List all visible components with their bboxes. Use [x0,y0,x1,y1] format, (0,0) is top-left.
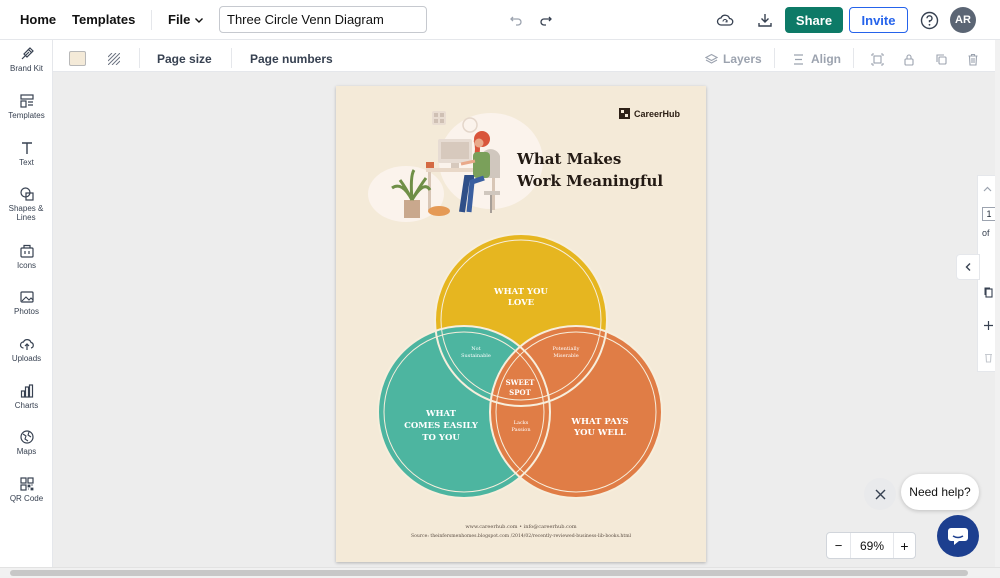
chevron-up-icon[interactable] [982,184,992,194]
trash-icon[interactable] [966,52,980,66]
sidebar-item-shapes[interactable]: Shapes & Lines [0,186,53,222]
venn-label-left-3: TO YOU [422,433,460,443]
duplicate-icon[interactable] [934,52,948,66]
venn-diagram: WHAT YOU LOVE WHAT COMES EASILY TO YOU W… [377,233,663,499]
align-button[interactable]: Align [811,40,841,72]
background-color-swatch[interactable] [69,51,86,66]
layers-button[interactable]: Layers [723,40,762,72]
sidebar-item-qr-code[interactable]: QR Code [0,476,53,503]
chevron-down-icon[interactable] [193,14,205,26]
help-icon[interactable] [919,10,939,30]
zoom-control: − 69% + [826,532,916,559]
sidebar-item-templates[interactable]: Templates [0,93,53,120]
sidebar-item-uploads[interactable]: Uploads [0,336,53,363]
top-toolbar: Home Templates File Share Invite AR [0,0,1000,40]
sidebar-item-charts[interactable]: Charts [0,383,53,410]
close-help-button[interactable] [864,478,896,510]
file-menu[interactable]: File [168,0,190,40]
sidebar-item-photos[interactable]: Photos [0,289,53,316]
sidebar-item-text[interactable]: Text [0,140,53,167]
sidebar-item-label: Photos [14,307,39,316]
overlap-label-bottom-1: Lacks [514,420,529,426]
overlap-label-top-right-2: Miserable [553,353,578,359]
venn-label-center-2: SPOT [509,388,531,397]
document-title-input[interactable] [219,6,427,33]
pattern-icon[interactable] [107,52,121,66]
sidebar-item-label: Uploads [11,354,42,363]
chat-button[interactable] [937,515,979,557]
zoom-in-button[interactable]: + [893,533,915,558]
venn-label-center-1: SWEET [506,378,536,387]
sidebar-item-label: Charts [14,401,39,410]
uploads-icon [19,339,34,350]
zoom-out-button[interactable]: − [827,533,851,558]
copy-page-icon[interactable] [983,286,993,298]
venn-label-right-2: YOU WELL [573,428,626,438]
vertical-scrollbar[interactable] [995,40,1000,570]
text-icon [21,142,32,154]
sidebar-item-label: Brand Kit [10,64,43,73]
sidebar-item-label: Shapes & Lines [8,204,44,222]
page-numbers-button[interactable]: Page numbers [250,40,333,72]
templates-icon [19,94,34,108]
add-page-icon[interactable] [983,320,993,330]
zoom-level[interactable]: 69% [851,533,893,558]
overlap-label-top-left-2: Sustainable [461,353,491,359]
sidebar-item-maps[interactable]: Maps [0,429,53,456]
sidebar-item-label: Templates [8,111,45,120]
overlap-label-top-left-1: Not [471,346,480,352]
poster-page[interactable]: CareerHub What Makes Work Meaningful WHA… [336,86,706,562]
icons-icon [19,244,34,258]
home-link[interactable]: Home [20,0,56,40]
delete-page-icon[interactable] [983,351,993,363]
poster-footer-contact: www.careerhub.com • info@careerhub.com [465,524,577,530]
page-of-label: of [982,228,990,238]
horizontal-scrollbar[interactable] [0,567,1000,578]
page-size-button[interactable]: Page size [157,40,212,72]
sidebar-item-icons[interactable]: Icons [0,243,53,270]
overlap-label-bottom-2: Passion [511,427,531,433]
invite-button[interactable]: Invite [849,7,908,33]
align-icon [791,52,805,66]
need-help-bubble[interactable]: Need help? [901,474,979,510]
share-button[interactable]: Share [785,7,843,33]
venn-label-left-1: WHAT [425,409,457,419]
templates-link[interactable]: Templates [72,0,135,40]
charts-icon [20,384,33,398]
redo-icon[interactable] [538,12,554,28]
sidebar-item-label: Maps [16,447,37,456]
divider [151,10,152,30]
lock-icon[interactable] [902,52,916,66]
chat-icon [948,528,968,545]
avatar[interactable]: AR [950,7,976,33]
venn-label-right-1: WHAT PAYS [570,417,628,427]
layers-icon [704,52,718,66]
venn-label-left-2: COMES EASILY [404,421,479,431]
brand-kit-icon [21,47,34,60]
close-icon [875,489,885,499]
undo-icon[interactable] [508,12,524,28]
photos-icon [19,291,34,303]
shapes-icon [19,187,34,201]
cloud-sync-icon[interactable] [716,11,734,29]
venn-label-top-2: LOVE [508,298,535,308]
venn-label-top-1: WHAT YOU [493,287,548,297]
maps-icon [19,430,34,444]
group-icon[interactable] [870,52,884,66]
sidebar-item-label: Text [19,158,34,167]
overlap-label-top-right-1: Potentially [553,346,580,352]
chevron-left-icon [965,263,970,271]
poster-footer-source: Source: theinfersmenhomes.blogspot.com /… [410,534,632,539]
scrollbar-thumb[interactable] [10,570,968,576]
qr-code-icon [19,477,34,491]
sidebar-item-label: Icons [16,261,37,270]
download-icon[interactable] [756,11,774,29]
page-toolbar: Page size Page numbers Layers Align [53,40,995,72]
left-sidebar: Brand Kit Templates Text Shapes & Lines … [0,40,53,570]
collapse-panel-button[interactable] [956,254,980,280]
sidebar-item-label: QR Code [9,494,44,503]
sidebar-item-brand-kit[interactable]: Brand Kit [0,46,53,73]
page-number-input[interactable]: 1 [982,207,996,221]
